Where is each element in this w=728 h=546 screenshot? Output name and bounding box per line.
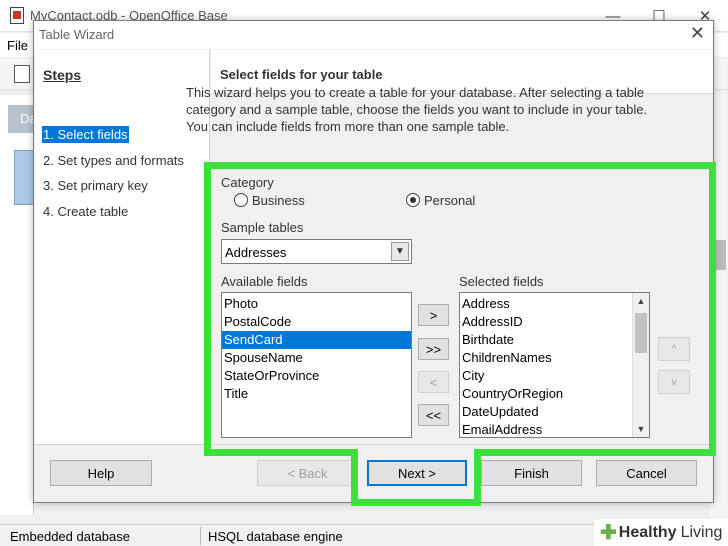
finish-button[interactable]: Finish <box>481 460 582 486</box>
database-panel-header: Da <box>8 105 37 133</box>
status-engine: HSQL database engine <box>208 529 343 544</box>
watermark-brand: Healthy <box>618 523 677 541</box>
plus-logo-icon: ✚ <box>600 521 617 544</box>
highlight-join <box>358 449 474 457</box>
steps-title: Steps <box>43 67 82 83</box>
highlight-box <box>204 162 716 456</box>
status-separator <box>200 527 201 545</box>
steps-panel: Steps 1. Select fields 2. Set types and … <box>35 50 210 444</box>
back-button[interactable]: < Back <box>257 460 358 486</box>
new-document-icon[interactable] <box>14 65 30 83</box>
step-create-table[interactable]: 4. Create table <box>42 203 129 220</box>
watermark-brand-2: Living <box>680 523 723 541</box>
intro-text: This wizard helps you to create a table … <box>186 85 648 134</box>
help-button[interactable]: Help <box>50 460 152 486</box>
step-select-fields[interactable]: 1. Select fields <box>42 126 129 143</box>
dialog-titlebar: Table Wizard ✕ <box>34 21 713 49</box>
dialog-title: Table Wizard <box>39 27 115 42</box>
status-database-type: Embedded database <box>10 529 130 544</box>
highlight-next-box <box>351 449 481 506</box>
tables-task-icon[interactable] <box>14 150 34 205</box>
step-set-types[interactable]: 2. Set types and formats <box>42 152 185 169</box>
openoffice-base-icon <box>10 7 24 24</box>
dialog-close-icon[interactable]: ✕ <box>690 23 705 44</box>
content-title: Select fields for your table <box>220 67 383 82</box>
step-set-primary-key[interactable]: 3. Set primary key <box>42 177 149 194</box>
cancel-button[interactable]: Cancel <box>596 460 697 486</box>
menu-file[interactable]: File <box>7 38 28 53</box>
watermark: ✚ Healthy Living <box>594 519 728 546</box>
